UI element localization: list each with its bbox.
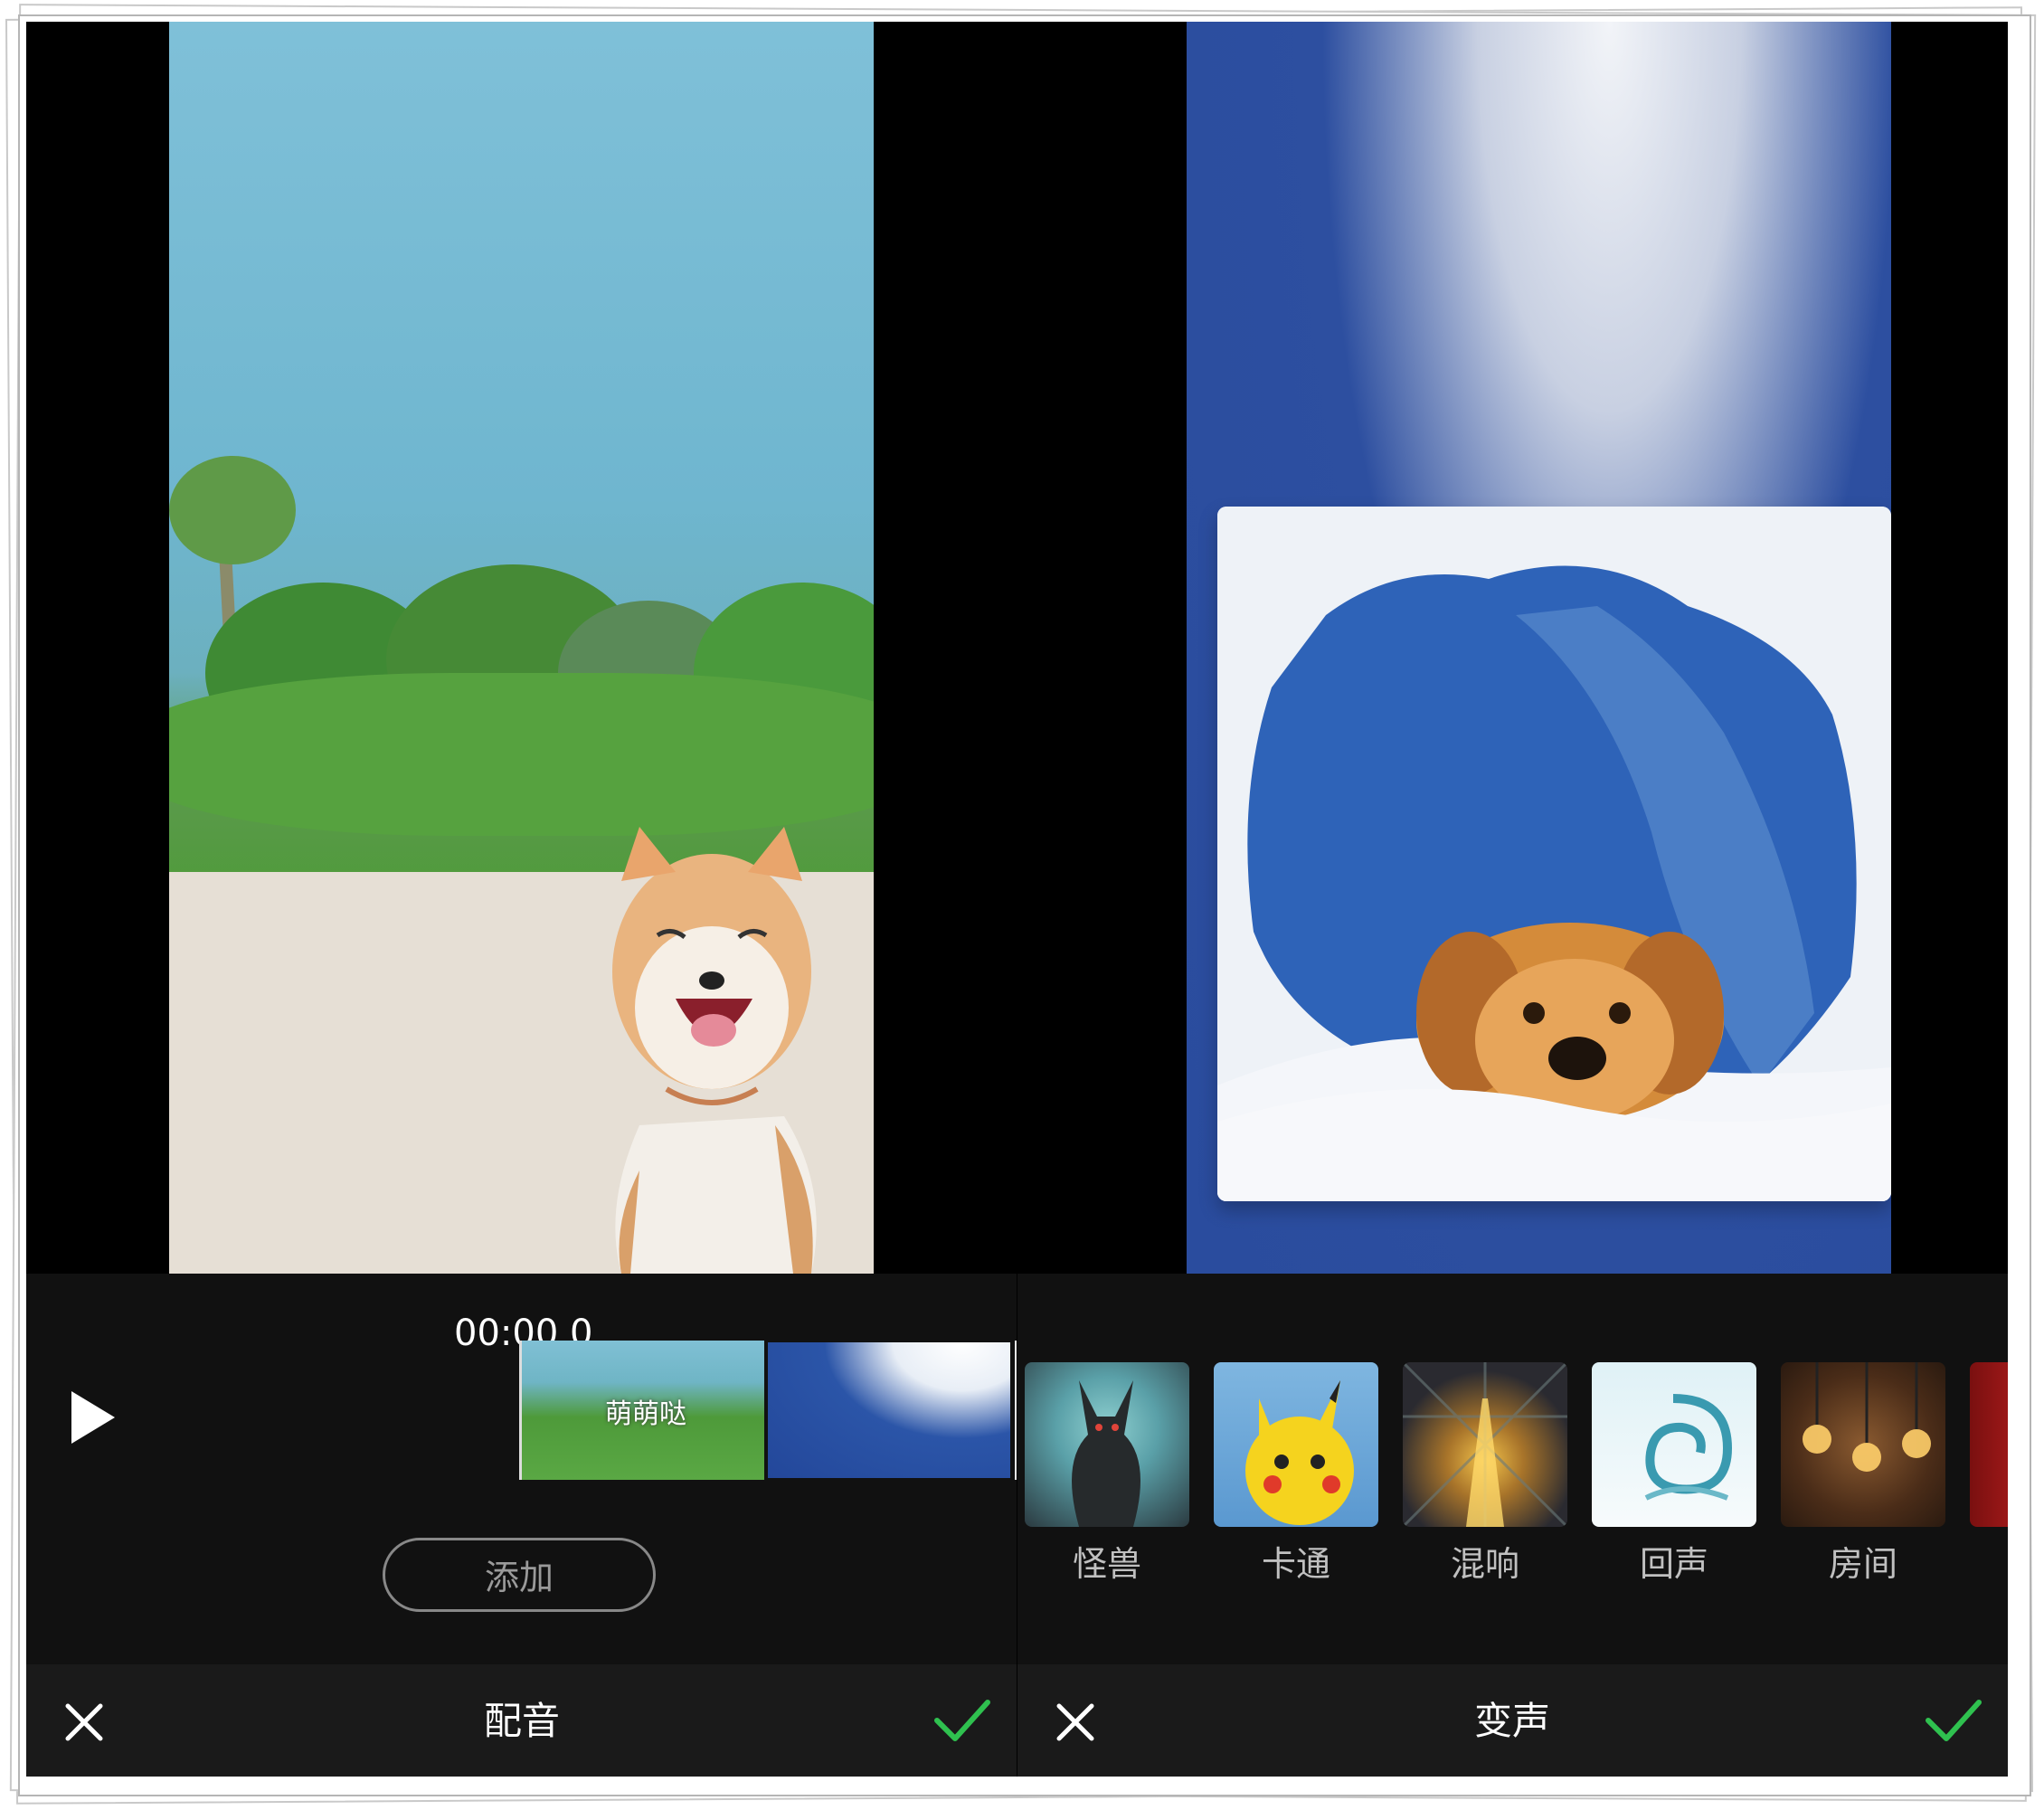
timeline-track[interactable]: 萌萌哒 (519, 1341, 1017, 1480)
cartoon-thumbnail (1214, 1362, 1378, 1527)
monster-thumbnail (1025, 1362, 1189, 1527)
vegetation-strip (169, 673, 874, 836)
panel-title: 配音 (483, 1699, 560, 1743)
play-icon[interactable] (66, 1386, 120, 1449)
effect-monster[interactable]: 怪兽 (1025, 1362, 1189, 1586)
effect-cartoon[interactable]: 卡通 (1214, 1362, 1378, 1586)
timeline-clip-beach[interactable]: 萌萌哒 (522, 1341, 764, 1480)
check-icon[interactable] (1925, 1697, 1982, 1744)
reverb-thumbnail (1403, 1362, 1567, 1527)
snow-dog-image (1217, 507, 1891, 1201)
dubbing-panel: 00:00.0 萌萌哒 添加 配音 (26, 22, 1017, 1777)
timeline-clip-snow[interactable] (768, 1342, 1010, 1478)
effect-room[interactable]: 房间 (1781, 1362, 1945, 1586)
timeline-end-handle[interactable] (1015, 1341, 1017, 1480)
palm-leaves (169, 456, 296, 564)
effect-label: 卡通 (1261, 1544, 1330, 1584)
voice-effects-list[interactable]: 怪兽 卡通 混响 回声 房间 (1025, 1362, 2008, 1597)
shiba-dog-image (612, 827, 817, 1274)
light-bulb-icon (1803, 1362, 1931, 1472)
effect-reverb[interactable]: 混响 (1403, 1362, 1567, 1586)
monster-icon (1072, 1380, 1140, 1527)
effect-label: 混响 (1450, 1544, 1519, 1584)
reverb-icon (1403, 1362, 1567, 1527)
effect-partial-next[interactable] (1970, 1362, 2008, 1527)
effect-label: 回声 (1639, 1544, 1708, 1584)
voice-change-panel: 怪兽 卡通 混响 回声 房间 变声 (1017, 22, 2008, 1777)
panel-title: 变声 (1473, 1699, 1550, 1743)
close-icon[interactable] (64, 1702, 104, 1742)
snow-dog-photo (1217, 507, 1891, 1201)
video-preview (1187, 22, 1891, 1274)
theater-thumbnail (1970, 1362, 2008, 1527)
check-icon[interactable] (933, 1697, 991, 1744)
echo-thumbnail (1592, 1362, 1756, 1527)
echo-icon (1644, 1394, 1733, 1501)
room-thumbnail (1781, 1362, 1945, 1527)
screenshot-composite: 00:00.0 萌萌哒 添加 配音 怪兽 卡通 混响 回声 房间 变声 (26, 22, 2008, 1777)
video-preview (169, 22, 874, 1274)
effect-echo[interactable]: 回声 (1592, 1362, 1756, 1586)
cartoon-icon (1245, 1380, 1354, 1525)
close-icon[interactable] (1055, 1702, 1095, 1742)
effect-label: 怪兽 (1072, 1544, 1141, 1584)
add-button[interactable]: 添加 (383, 1538, 656, 1612)
timeline-clip-text: 萌萌哒 (605, 1398, 686, 1430)
effect-label: 房间 (1828, 1544, 1897, 1584)
